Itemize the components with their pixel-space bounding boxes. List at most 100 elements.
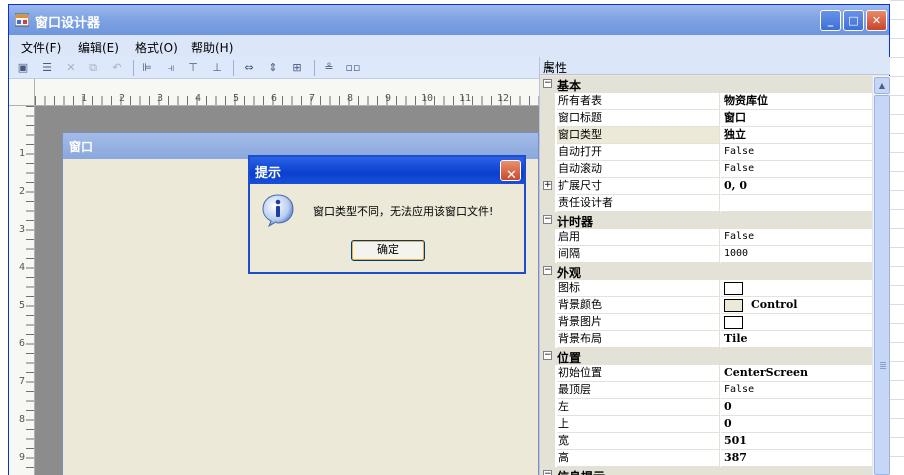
property-row[interactable]: 窗口类型 独立 (540, 127, 872, 144)
property-category[interactable]: − 计时器 (540, 212, 872, 229)
property-value[interactable]: False (721, 229, 872, 246)
undo-icon[interactable]: ↶ (109, 60, 125, 76)
ok-button[interactable]: 确定 (351, 240, 425, 261)
scroll-thumb[interactable] (874, 95, 890, 475)
collapse-icon[interactable]: − (543, 351, 552, 360)
property-value-text: False (724, 384, 755, 395)
menu-format[interactable]: 格式(O) (135, 39, 178, 56)
property-category[interactable]: − 外观 (540, 263, 872, 280)
ruler-number: 5 (19, 300, 26, 311)
property-value[interactable]: 0 (721, 416, 872, 433)
property-row[interactable]: 启用 False (540, 229, 872, 246)
property-row[interactable]: 责任设计者 (540, 195, 872, 212)
property-value[interactable]: Tile (721, 331, 872, 348)
property-name: 自动打开 (557, 144, 720, 161)
menu-help[interactable]: 帮助(H) (191, 39, 233, 56)
property-value[interactable]: CenterScreen (721, 365, 872, 382)
ruler-number: 1 (81, 93, 88, 104)
message-box-titlebar[interactable]: 提示 ✕ (250, 157, 524, 184)
close-icon: ✕ (506, 168, 517, 183)
property-gutter (540, 399, 555, 416)
ruler-number: 5 (233, 93, 240, 104)
align-bottom-icon[interactable]: ⊥ (209, 60, 225, 76)
property-gutter (540, 416, 555, 433)
property-row[interactable]: 高 387 (540, 450, 872, 467)
property-row[interactable]: 所有者表 物资库位 (540, 93, 872, 110)
scroll-up-icon[interactable]: ▲ (874, 77, 890, 94)
property-category-name: 基本 (557, 79, 582, 93)
property-value-text: 1000 (724, 248, 749, 259)
property-name: 宽 (557, 433, 720, 450)
property-row[interactable]: 自动打开 False (540, 144, 872, 161)
properties-header: 属性 ⊥ (540, 57, 890, 75)
align-right-icon[interactable]: ⫣ (163, 60, 179, 76)
maximize-button[interactable]: □ (843, 10, 864, 31)
collapse-icon[interactable]: − (543, 266, 552, 275)
pin-icon[interactable]: ⊥ (543, 58, 884, 71)
property-row[interactable]: 背景布局 Tile (540, 331, 872, 348)
property-category[interactable]: −信息提示 (540, 467, 872, 475)
close-button[interactable]: ✕ (866, 10, 887, 31)
same-size-icon[interactable]: ⊞ (289, 60, 305, 76)
property-scrollbar[interactable]: ▲ (872, 76, 890, 475)
property-value[interactable]: False (721, 382, 872, 399)
align-top-icon[interactable]: ⊤ (185, 60, 201, 76)
minimize-button[interactable]: _ (820, 10, 841, 31)
collapse-icon[interactable]: − (543, 470, 552, 475)
property-row[interactable]: 最顶层 False (540, 382, 872, 399)
same-height-icon[interactable]: ⇕ (265, 60, 281, 76)
property-value[interactable]: False (721, 161, 872, 178)
property-value[interactable]: Control (721, 297, 872, 314)
property-row[interactable]: 间隔 1000 (540, 246, 872, 263)
menu-file[interactable]: 文件(F) (21, 39, 61, 56)
property-gutter (540, 280, 555, 297)
property-value[interactable] (721, 195, 872, 212)
copy-icon[interactable]: ⧉ (85, 60, 101, 76)
message-box-close-button[interactable]: ✕ (500, 160, 521, 183)
property-value[interactable]: 物资库位 (721, 93, 872, 110)
property-value[interactable]: 独立 (721, 127, 872, 144)
align-left-icon[interactable]: ⊫ (139, 60, 155, 76)
cut-icon[interactable]: ✕ (63, 60, 79, 76)
property-gutter (540, 297, 555, 314)
property-value[interactable]: 0 (721, 399, 872, 416)
ruler-number: 2 (119, 93, 126, 104)
property-value[interactable]: 1000 (721, 246, 872, 263)
property-row[interactable]: 上0 (540, 416, 872, 433)
property-row[interactable]: 窗口标题 窗口 (540, 110, 872, 127)
property-gutter (540, 365, 555, 382)
ruler-number: 9 (19, 452, 26, 463)
ruler-number: 10 (421, 93, 434, 104)
property-row[interactable]: 自动滚动 False (540, 161, 872, 178)
property-value[interactable]: 501 (721, 433, 872, 450)
property-value-text: False (724, 231, 755, 242)
property-row[interactable]: 宽 501 (540, 433, 872, 450)
collapse-icon[interactable]: − (543, 215, 552, 224)
property-category[interactable]: − 基本 (540, 76, 872, 93)
save-icon[interactable]: ▣ (15, 60, 31, 76)
property-value[interactable]: 窗口 (721, 110, 872, 127)
same-width-icon[interactable]: ⇔ (241, 60, 257, 76)
menu-edit[interactable]: 编辑(E) (78, 39, 119, 56)
property-gutter (540, 93, 555, 110)
property-gutter (540, 195, 555, 212)
property-value[interactable]: False (721, 144, 872, 161)
property-category-name: 信息提示 (557, 468, 605, 475)
property-row[interactable]: 背景颜色 Control (540, 297, 872, 314)
property-value[interactable]: 387 (721, 450, 872, 467)
collapse-icon[interactable]: − (543, 79, 552, 88)
property-row[interactable]: 背景图片 (540, 314, 872, 331)
properties-icon[interactable]: ☰ (39, 60, 55, 76)
center-icon[interactable]: ≗ (321, 60, 337, 76)
window-titlebar[interactable]: 窗口设计器 _ □ ✕ (9, 5, 889, 35)
expand-icon[interactable]: + (543, 181, 552, 190)
property-row[interactable]: 图标 (540, 280, 872, 297)
property-row[interactable]: + 扩展尺寸 0, 0 (540, 178, 872, 195)
property-value[interactable] (721, 280, 872, 297)
property-category[interactable]: − 位置 (540, 348, 872, 365)
property-row[interactable]: 初始位置 CenterScreen (540, 365, 872, 382)
property-value[interactable] (721, 314, 872, 331)
property-row[interactable]: 左0 (540, 399, 872, 416)
property-value[interactable]: 0, 0 (721, 178, 872, 195)
tab-order-icon[interactable]: ▫▫ (345, 60, 361, 76)
